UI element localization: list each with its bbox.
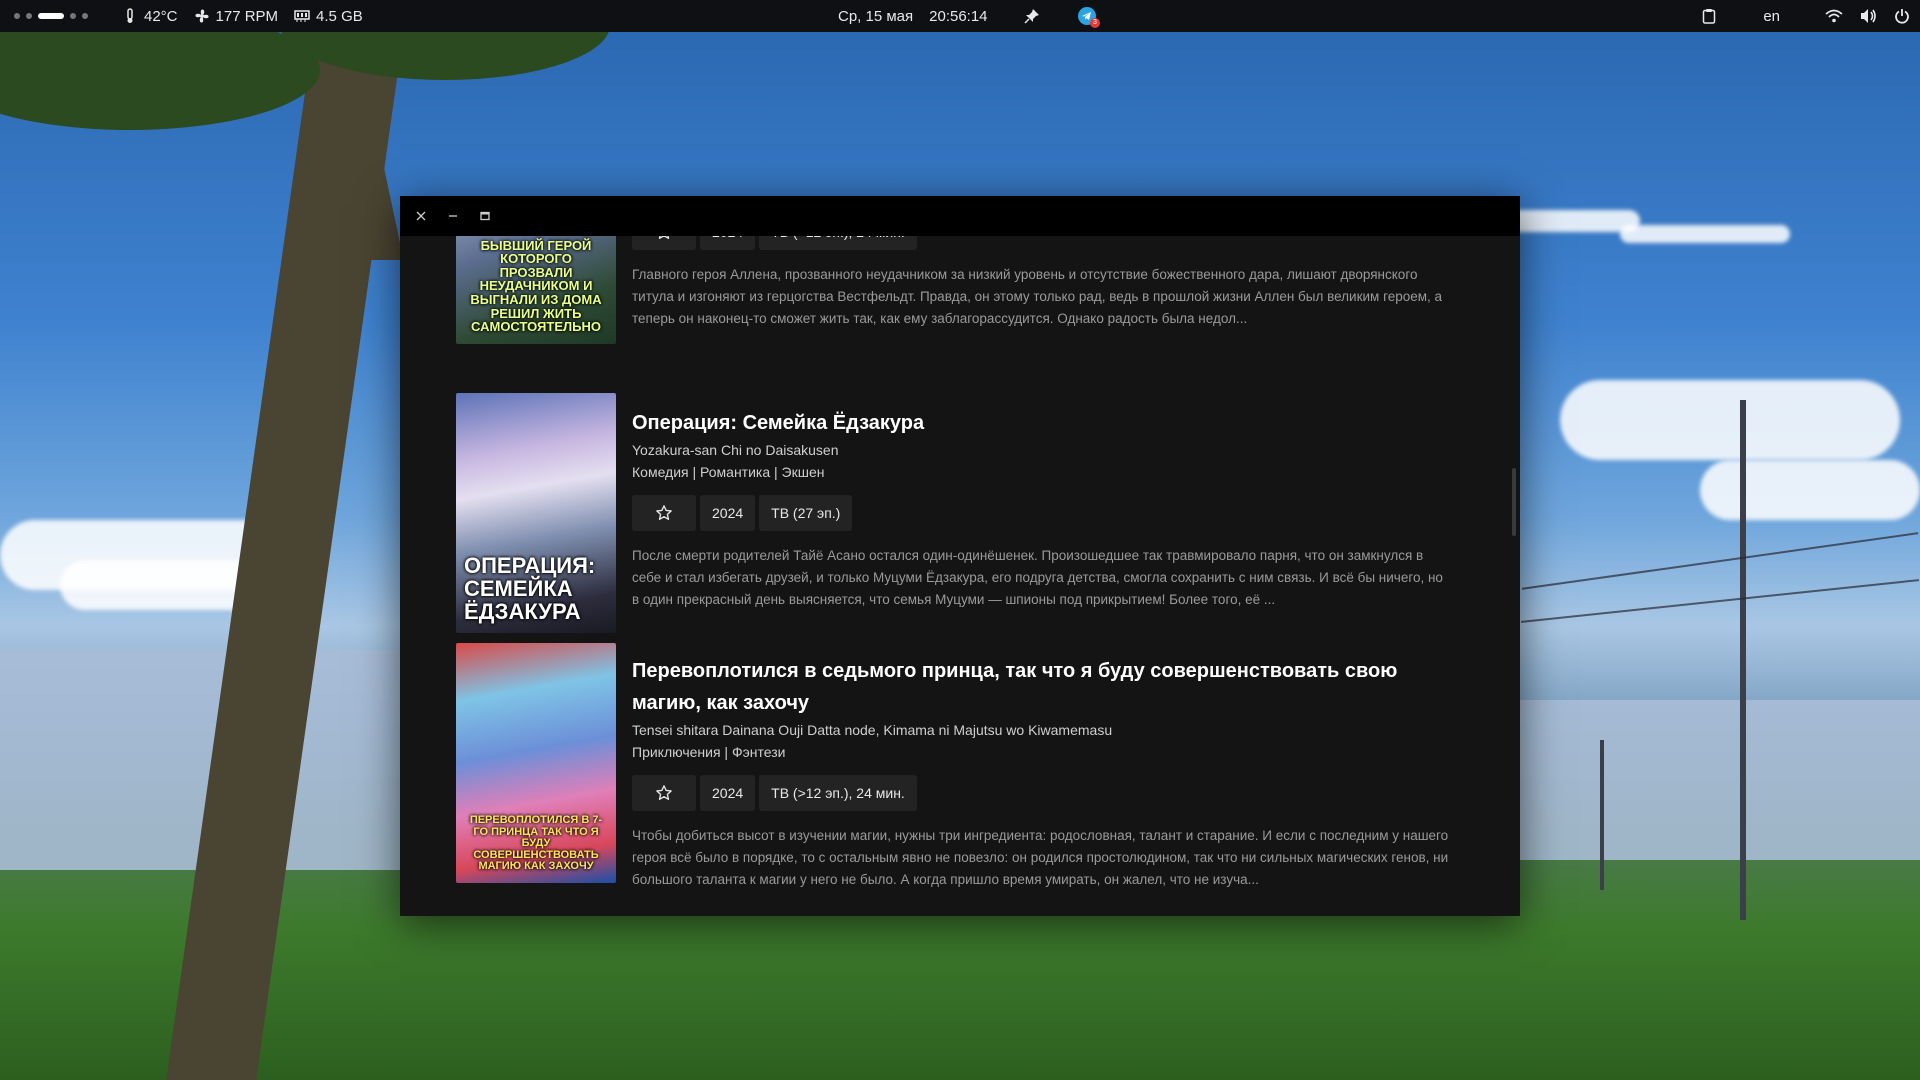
fan-icon (192, 6, 212, 26)
anime-description: Чтобы добиться высот в изучении магии, н… (632, 828, 1449, 887)
anime-poster[interactable]: БЫВШИЙ ГЕРОЙ КОТОРОГО ПРОЗВАЛИ НЕУДАЧНИК… (456, 236, 616, 344)
cloud-decoration (1620, 225, 1790, 243)
anime-poster[interactable]: ПЕРЕВОПЛОТИЛСЯ В 7-ГО ПРИНЦА ТАК ЧТО Я Б… (456, 643, 616, 883)
anime-info: Операция: Семейка Ёдзакура Yozakura-san … (632, 393, 1452, 611)
maximize-icon (480, 211, 490, 221)
poster-caption: ПЕРЕВОПЛОТИЛСЯ В 7-ГО ПРИНЦА ТАК ЧТО Я Б… (469, 814, 603, 873)
wire-decoration (1521, 532, 1919, 590)
year-chip: 2024 (700, 775, 756, 811)
memory-icon (292, 6, 312, 26)
star-icon (656, 505, 672, 520)
anime-card[interactable]: ПЕРЕВОПЛОТИЛСЯ В 7-ГО ПРИНЦА ТАК ЧТО Я Б… (456, 643, 1456, 887)
clipboard-icon[interactable] (1699, 6, 1719, 26)
volume-icon[interactable] (1858, 6, 1878, 26)
wire-decoration (1520, 579, 1920, 623)
star-icon (658, 236, 670, 239)
anime-info: Перевоплотился в седьмого принца, так чт… (632, 643, 1452, 891)
workspace-dot[interactable] (14, 13, 20, 19)
fan-value: 177 RPM (215, 7, 279, 25)
type-chip: ТВ (>12 эп.), 24 мин. (759, 236, 917, 250)
year-chip: 2024 (700, 236, 756, 250)
favorite-button[interactable] (632, 236, 696, 250)
poster-caption: БЫВШИЙ ГЕРОЙ КОТОРОГО ПРОЗВАЛИ НЕУДАЧНИК… (470, 237, 602, 335)
workspace-dot[interactable] (70, 13, 76, 19)
star-icon (656, 785, 672, 800)
anime-list[interactable]: БЫВШИЙ ГЕРОЙ КОТОРОГО ПРОЗВАЛИ НЕУДАЧНИК… (400, 236, 1520, 916)
type-chip: ТВ (>12 эп.), 24 мин. (759, 775, 917, 811)
year-chip: 2024 (700, 495, 756, 531)
app-window: БЫВШИЙ ГЕРОЙ КОТОРОГО ПРОЗВАЛИ НЕУДАЧНИК… (400, 196, 1520, 916)
anime-description: После смерти родителей Тайё Асано осталс… (632, 548, 1443, 607)
type-chip: ТВ (27 эп.) (759, 495, 853, 531)
anime-meta-chips: 2024 ТВ (27 эп.) (632, 495, 1452, 531)
anime-meta-chips: 2024 ТВ (>12 эп.), 24 мин. (632, 236, 1452, 250)
anime-title[interactable]: Операция: Семейка Ёдзакура (632, 407, 1452, 439)
wifi-icon[interactable] (1824, 6, 1844, 26)
center-tray: 3 (1022, 0, 1100, 32)
power-icon[interactable] (1892, 6, 1912, 26)
minimize-icon (449, 215, 457, 217)
memory-usage[interactable]: 4.5 GB (292, 6, 363, 26)
telegram-icon[interactable]: 3 (1078, 7, 1100, 28)
anime-card[interactable]: ОПЕРАЦИЯ: СЕМЕЙКА ЁДЗАКУРА Операция: Сем… (456, 393, 1456, 633)
anime-original-title: Yozakura-san Chi no Daisakusen (632, 442, 839, 458)
power-pole-decoration (1740, 400, 1746, 920)
notification-badge: 3 (1090, 18, 1100, 28)
memory-value: 4.5 GB (316, 7, 363, 25)
fan-speed[interactable]: 177 RPM (192, 6, 279, 26)
cpu-temperature[interactable]: 42°C (120, 6, 178, 26)
anime-genres: Приключения | Фэнтези (632, 744, 786, 760)
cloud-decoration (1560, 380, 1900, 460)
minimize-button[interactable] (446, 209, 460, 223)
poster-caption: ОПЕРАЦИЯ: СЕМЕЙКА ЁДЗАКУРА (464, 552, 596, 624)
anime-genres: Комедия | Романтика | Экшен (632, 464, 825, 480)
anime-card[interactable]: БЫВШИЙ ГЕРОЙ КОТОРОГО ПРОЗВАЛИ НЕУДАЧНИК… (456, 236, 1456, 344)
workspace-dot[interactable] (26, 13, 32, 19)
cloud-decoration (1700, 460, 1920, 520)
close-button[interactable] (414, 209, 428, 223)
date-text: Ср, 15 мая (838, 7, 914, 25)
top-panel-right: en (1699, 0, 1912, 32)
anime-original-title: Tensei shitara Dainana Ouji Datta node, … (632, 722, 1113, 738)
clock[interactable]: Ср, 15 мая 20:56:14 (838, 0, 988, 32)
top-panel-left: 42°C 177 RPM 4.5 GB (14, 0, 363, 32)
keyboard-layout[interactable]: en (1763, 8, 1780, 25)
close-icon (416, 211, 426, 221)
anime-info: 2024 ТВ (>12 эп.), 24 мин. Главного геро… (632, 236, 1452, 330)
anime-meta-chips: 2024 ТВ (>12 эп.), 24 мин. (632, 775, 1452, 811)
top-panel: 42°C 177 RPM 4.5 GB Ср, 15 мая 20:56:14 (0, 0, 1920, 32)
workspace-dot-active[interactable] (38, 13, 64, 19)
thermometer-icon (120, 6, 140, 26)
anime-title[interactable]: Перевоплотился в седьмого принца, так чт… (632, 655, 1452, 719)
temperature-value: 42°C (144, 7, 178, 25)
anime-poster[interactable]: ОПЕРАЦИЯ: СЕМЕЙКА ЁДЗАКУРА (456, 393, 616, 633)
desktop-wallpaper: 42°C 177 RPM 4.5 GB Ср, 15 мая 20:56:14 (0, 0, 1920, 1080)
favorite-button[interactable] (632, 775, 696, 811)
city-decoration (1520, 700, 1920, 860)
pin-icon[interactable] (1022, 6, 1042, 26)
window-titlebar[interactable] (400, 196, 1520, 236)
anime-description: Главного героя Аллена, прозванного неуда… (632, 267, 1443, 326)
power-pole-decoration (1600, 740, 1604, 890)
scrollbar-thumb[interactable] (1512, 468, 1516, 536)
workspace-indicator[interactable] (14, 13, 88, 19)
favorite-button[interactable] (632, 495, 696, 531)
time-text: 20:56:14 (929, 7, 988, 25)
workspace-dot[interactable] (82, 13, 88, 19)
maximize-button[interactable] (478, 209, 492, 223)
